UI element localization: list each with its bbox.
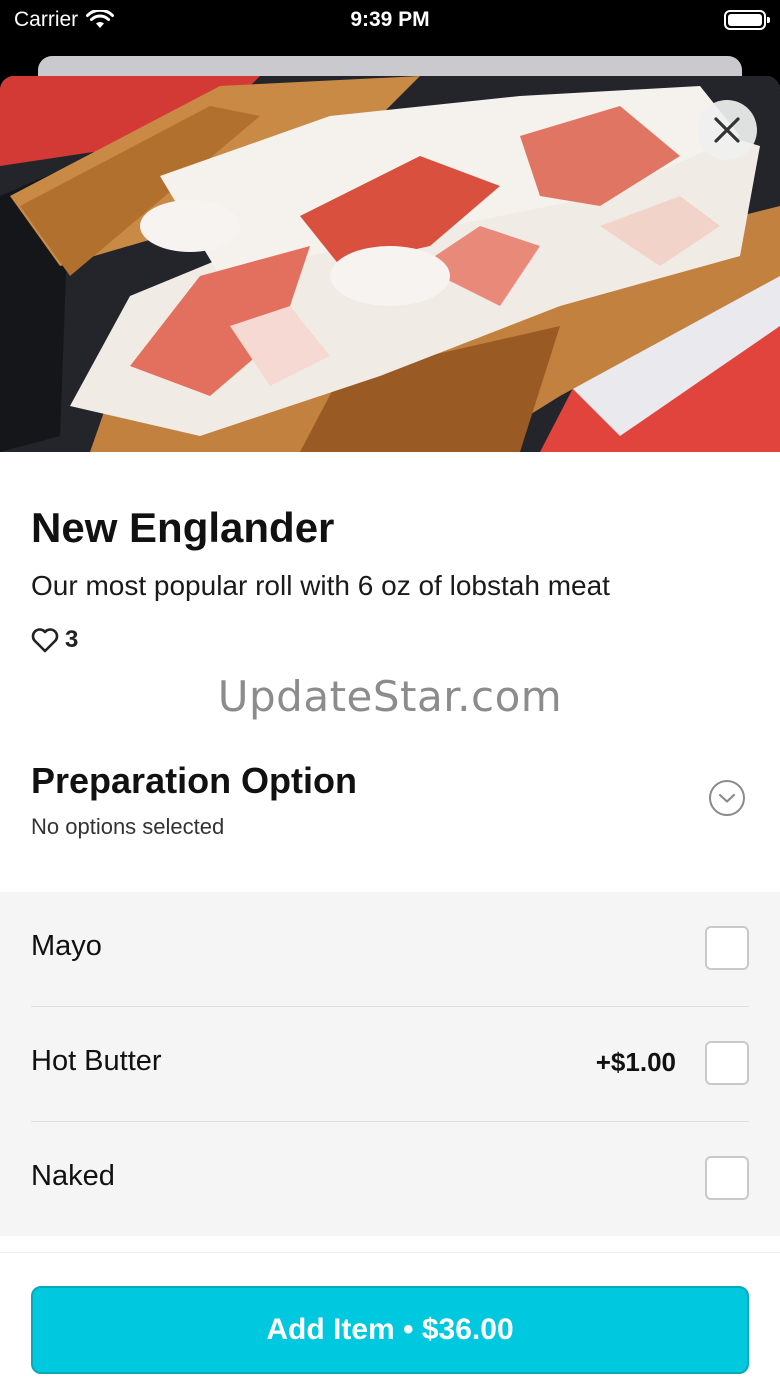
status-bar: Carrier 9:39 PM — [0, 0, 780, 40]
preparation-options-list: Mayo Hot Butter +$1.00 Naked — [0, 892, 780, 1236]
heart-outline-icon — [31, 628, 59, 653]
option-row-mayo[interactable]: Mayo — [31, 892, 749, 1006]
add-item-label: Add Item • $36.00 — [266, 1313, 514, 1346]
close-button[interactable] — [697, 100, 757, 160]
likes-button[interactable]: 3 — [31, 626, 78, 654]
option-checkbox[interactable] — [705, 1156, 749, 1200]
item-description: Our most popular roll with 6 oz of lobst… — [31, 570, 610, 601]
status-time: 9:39 PM — [350, 8, 430, 31]
option-label: Mayo — [31, 930, 102, 962]
preparation-title: Preparation Option — [31, 760, 358, 801]
item-title: New Englander — [31, 504, 335, 551]
option-row-naked[interactable]: Naked — [31, 1122, 749, 1236]
option-price: +$1.00 — [595, 1047, 676, 1077]
watermark: UpdateStar.com — [217, 672, 563, 721]
close-icon — [714, 117, 740, 143]
battery-icon — [724, 10, 770, 30]
chevron-down-icon — [718, 793, 736, 803]
option-row-hot-butter[interactable]: Hot Butter +$1.00 — [31, 1007, 749, 1121]
option-checkbox[interactable] — [705, 1041, 749, 1085]
item-photo — [0, 76, 780, 452]
option-label: Hot Butter — [31, 1045, 162, 1077]
footer-divider — [0, 1252, 780, 1253]
preparation-toggle-button[interactable] — [709, 780, 745, 816]
option-label: Naked — [31, 1160, 115, 1192]
item-detail-sheet: New Englander Our most popular roll with… — [0, 76, 780, 1387]
option-checkbox[interactable] — [705, 926, 749, 970]
likes-count: 3 — [65, 626, 79, 653]
preparation-subtitle: No options selected — [31, 814, 225, 839]
add-item-button[interactable]: Add Item • $36.00 — [31, 1286, 749, 1374]
